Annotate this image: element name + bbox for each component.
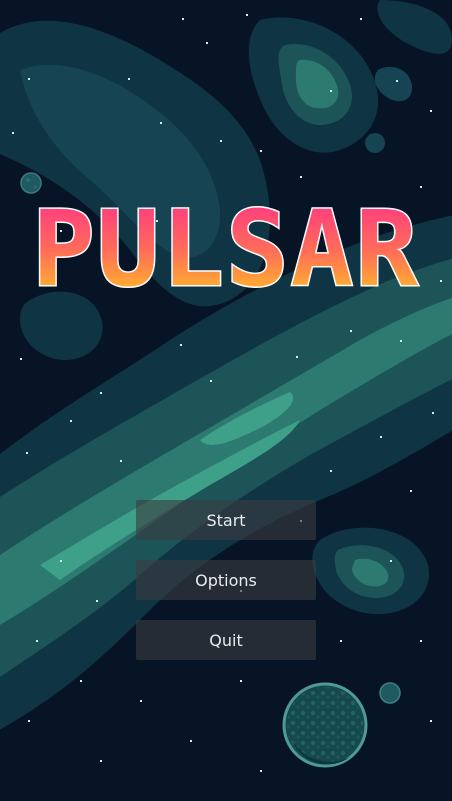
options-button[interactable]: Options: [136, 560, 316, 600]
game-title: PULSAR: [0, 187, 452, 312]
quit-button[interactable]: Quit: [136, 620, 316, 660]
title-logo: PULSAR: [31, 187, 420, 312]
cratered-planet: [282, 682, 368, 768]
tiny-moon: [379, 682, 401, 704]
start-button[interactable]: Start: [136, 500, 316, 540]
main-menu-scene: PULSAR Start Options Quit: [0, 0, 452, 801]
title-text: PULSAR: [32, 190, 420, 310]
space-background: [0, 0, 452, 801]
